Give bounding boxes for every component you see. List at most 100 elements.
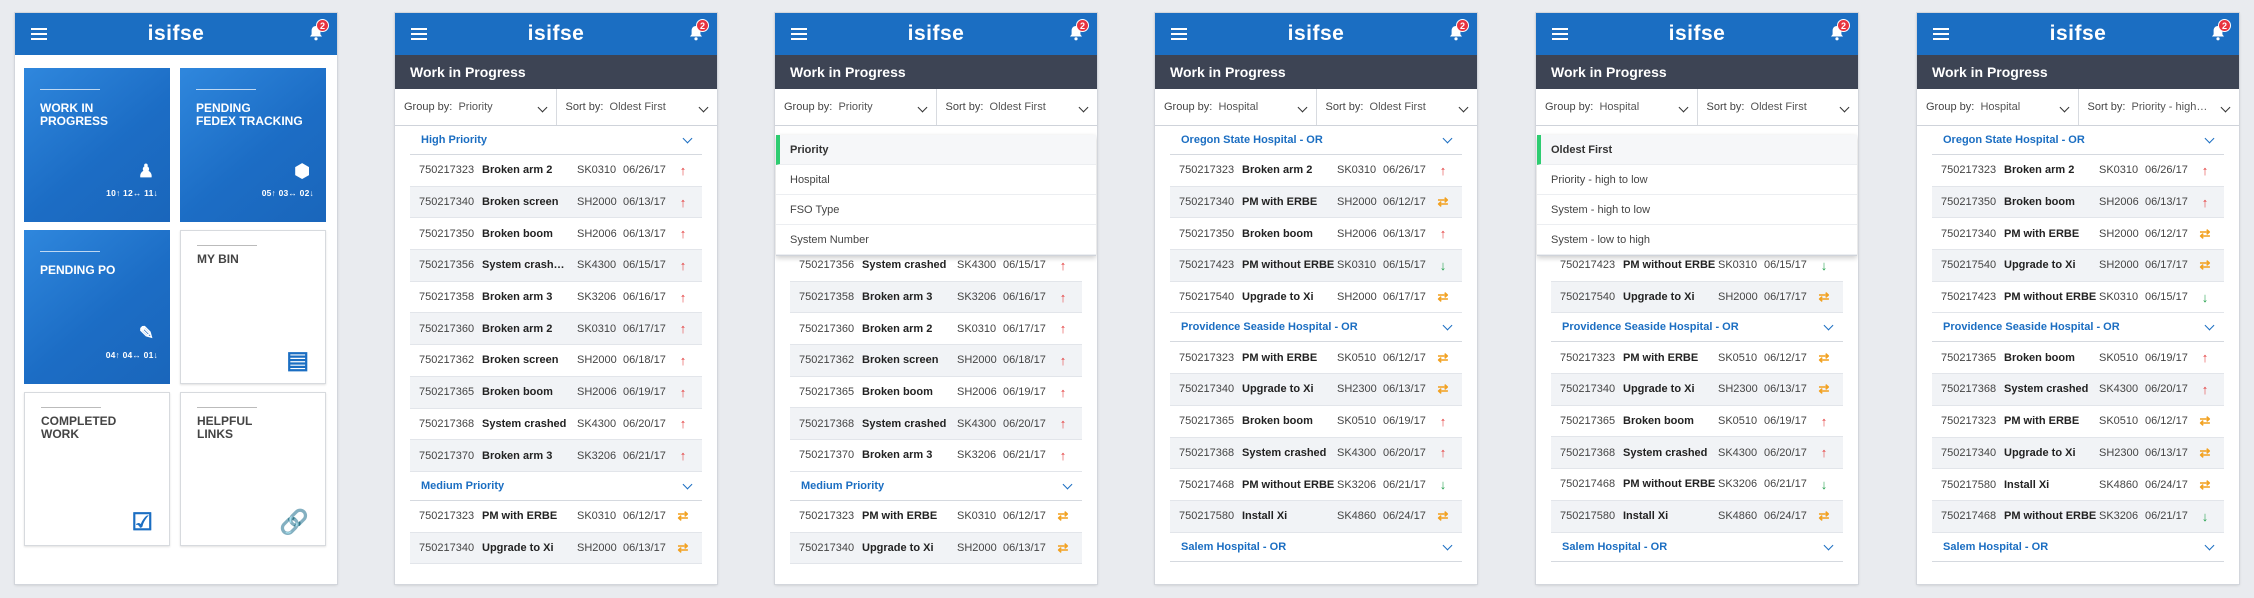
priority-down-arrow-icon: ↓	[2201, 289, 2209, 305]
table-row[interactable]: 750217358 Broken arm 3 SK3206 06/16/17 ↑	[790, 281, 1082, 314]
dropdown-option[interactable]: System Number	[776, 225, 1096, 255]
group-header[interactable]: Salem Hospital - OR	[1170, 533, 1462, 562]
table-row[interactable]: 750217323 Broken arm 2 SK0310 06/26/17 ↑	[1932, 155, 2224, 187]
table-row[interactable]: 750217323 PM with ERBE SK0310 06/12/17 ⇄	[410, 501, 702, 533]
table-row[interactable]: 750217340 Upgrade to Xi SH2000 06/13/17 ⇄	[790, 532, 1082, 565]
sort-by-select[interactable]: Sort by: Oldest First	[555, 89, 718, 125]
group-by-select[interactable]: Group by: Hospital	[1917, 89, 2078, 125]
dropdown-option[interactable]: Priority - high to low	[1537, 165, 1857, 195]
group-header[interactable]: Salem Hospital - OR	[1932, 533, 2224, 562]
table-row[interactable]: 750217468 PM without ERBE SK3206 06/21/17 ↓	[1170, 469, 1462, 501]
table-row[interactable]: 750217468 PM without ERBE SK3206 06/21/17 ↓	[1551, 469, 1843, 501]
table-row[interactable]: 750217323 PM with ERBE SK0510 06/12/17 ⇄	[1551, 342, 1843, 375]
table-row[interactable]: 750217365 Broken boom SK0510 06/19/17 ↑	[1170, 406, 1462, 438]
table-row[interactable]: 750217340 PM with ERBE SH2000 06/12/17 ⇄	[1932, 218, 2224, 251]
table-row[interactable]: 750217350 Broken boom SH2006 06/13/17 ↑	[1932, 186, 2224, 219]
tile-clipboard-check[interactable]: COMPLETED WORK ☑	[24, 392, 170, 546]
table-row[interactable]: 750217368 System crashed SK4300 06/20/17 ↑	[1551, 437, 1843, 470]
table-row[interactable]: 750217368 System crashed SK4300 06/20/17 ↑	[1170, 437, 1462, 470]
table-row[interactable]: 750217323 PM with ERBE SK0310 06/12/17 ⇄	[790, 501, 1082, 533]
table-row[interactable]: 750217365 Broken boom SH2006 06/19/17 ↑	[790, 377, 1082, 409]
table-row[interactable]: 750217350 Broken boom SH2006 06/13/17 ↑	[410, 218, 702, 251]
sort-by-select[interactable]: Sort by: Oldest First	[1315, 89, 1478, 125]
table-row[interactable]: 750217580 Install Xi SK4860 06/24/17 ⇄	[1170, 500, 1462, 533]
table-row[interactable]: 750217423 PM without ERBE SK0310 06/15/17 ↓	[1170, 250, 1462, 282]
tile-technician[interactable]: WORK IN PROGRESS ♟ 10↑ 12↔ 11↓	[24, 68, 170, 222]
work-order-description: Broken arm 2	[2004, 164, 2075, 177]
notification-bell-icon[interactable]: 2	[2211, 19, 2231, 41]
table-row[interactable]: 750217540 Upgrade to Xi SH2000 06/17/17 ⇄	[1170, 282, 1462, 314]
table-row[interactable]: 750217370 Broken arm 3 SK3206 06/21/17 ↑	[790, 440, 1082, 472]
table-row[interactable]: 750217340 Broken screen SH2000 06/13/17 ↑	[410, 186, 702, 219]
system-number: SK0310	[577, 510, 617, 523]
table-row[interactable]: 750217340 Upgrade to Xi SH2000 06/13/17 ⇄	[410, 532, 702, 565]
table-row[interactable]: 750217368 System crashed SK4300 06/20/17 ↑	[1932, 374, 2224, 406]
sort-by-select[interactable]: Sort by: Oldest First	[1696, 89, 1859, 125]
sort-by-select[interactable]: Sort by: Priority - high…	[2077, 89, 2240, 125]
sort-by-select-label: Sort by:	[945, 101, 984, 113]
table-row[interactable]: 750217368 System crashed SK4300 06/20/17 ↑	[410, 409, 702, 441]
table-row[interactable]: 750217370 Broken arm 3 SK3206 06/21/17 ↑	[410, 440, 702, 472]
group-header[interactable]: Medium Priority	[790, 472, 1082, 501]
group-by-select[interactable]: Group by: Priority	[775, 89, 936, 125]
table-row[interactable]: 750217360 Broken arm 2 SK0310 06/17/17 ↑	[410, 313, 702, 346]
tile-pen[interactable]: PENDING PO ✎ 04↑ 04↔ 01↓	[24, 230, 170, 384]
dropdown-option[interactable]: FSO Type	[776, 195, 1096, 225]
table-row[interactable]: 750217365 Broken boom SH2006 06/19/17 ↑	[410, 376, 702, 409]
group-header[interactable]: Oregon State Hospital - OR	[1170, 126, 1462, 155]
group-header[interactable]: Providence Seaside Hospital - OR	[1551, 313, 1843, 343]
table-row[interactable]: 750217340 Upgrade to Xi SH2300 06/13/17 ⇄	[1932, 437, 2224, 470]
group-by-select[interactable]: Group by: Priority	[395, 89, 556, 125]
tile-archive[interactable]: MY BIN ▤	[180, 230, 326, 384]
table-row[interactable]: 750217540 Upgrade to Xi SH2000 06/17/17 ⇄	[1551, 281, 1843, 314]
table-row[interactable]: 750217323 PM with ERBE SK0510 06/12/17 ⇄	[1932, 406, 2224, 438]
tile-link[interactable]: HELPFUL LINKS 🔗	[180, 392, 326, 546]
table-row[interactable]: 750217368 System crashed SK4300 06/20/17 ↑	[790, 408, 1082, 441]
work-order-date: 06/12/17	[1003, 510, 1046, 523]
notification-bell-icon[interactable]: 2	[1069, 19, 1089, 41]
table-row[interactable]: 750217340 Upgrade to Xi SH2300 06/13/17 ⇄	[1170, 374, 1462, 406]
table-row[interactable]: 750217340 Upgrade to Xi SH2300 06/13/17 ⇄	[1551, 374, 1843, 406]
table-row[interactable]: 750217580 Install Xi SK4860 06/24/17 ⇄	[1551, 500, 1843, 533]
priority-up-arrow-icon: ↑	[679, 352, 687, 368]
table-row[interactable]: 750217468 PM without ERBE SK3206 06/21/17 ↓	[1932, 500, 2224, 533]
table-row[interactable]: 750217365 Broken boom SK0510 06/19/17 ↑	[1551, 406, 1843, 438]
group-header[interactable]: Medium Priority	[410, 472, 702, 501]
app-logo: isifse	[1287, 22, 1345, 45]
table-row[interactable]: 750217362 Broken screen SH2000 06/18/17 ↑	[790, 345, 1082, 377]
table-row[interactable]: 750217540 Upgrade to Xi SH2000 06/17/17 ⇄	[1932, 250, 2224, 282]
notification-bell-icon[interactable]: 2	[1830, 19, 1850, 41]
table-row[interactable]: 750217323 Broken arm 2 SK0310 06/26/17 ↑	[1170, 155, 1462, 187]
table-row[interactable]: 750217360 Broken arm 2 SK0310 06/17/17 ↑	[790, 313, 1082, 346]
table-row[interactable]: 750217323 Broken arm 2 SK0310 06/26/17 ↑	[410, 155, 702, 187]
table-row[interactable]: 750217365 Broken boom SK0510 06/19/17 ↑	[1932, 342, 2224, 375]
table-row[interactable]: 750217362 Broken screen SH2000 06/18/17 ↑	[410, 345, 702, 377]
work-order-date: 06/26/17	[2145, 164, 2188, 177]
system-number: SH2300	[1337, 383, 1377, 396]
group-header[interactable]: Providence Seaside Hospital - OR	[1170, 313, 1462, 343]
table-row[interactable]: 750217423 PM without ERBE SK0310 06/15/17 ↓	[1932, 282, 2224, 314]
tile-package[interactable]: PENDING FEDEX TRACKING ⬢ 05↑ 03↔ 02↓	[180, 68, 326, 222]
notification-bell-icon[interactable]: 2	[689, 19, 709, 41]
sort-by-select[interactable]: Sort by: Oldest First	[935, 89, 1098, 125]
dropdown-option[interactable]: System - low to high	[1537, 225, 1857, 255]
group-by-select[interactable]: Group by: Hospital	[1536, 89, 1697, 125]
table-row[interactable]: 750217350 Broken boom SH2006 06/13/17 ↑	[1170, 218, 1462, 251]
group-header[interactable]: High Priority	[410, 126, 702, 155]
group-header[interactable]: Salem Hospital - OR	[1551, 533, 1843, 562]
notification-bell-icon[interactable]: 2	[309, 19, 329, 41]
table-row[interactable]: 750217580 Install Xi SK4860 06/24/17 ⇄	[1932, 469, 2224, 501]
group-by-select-label: Group by:	[1926, 101, 1975, 113]
notification-bell-icon[interactable]: 2	[1449, 19, 1469, 41]
dropdown-option[interactable]: Hospital	[776, 165, 1096, 195]
dropdown-option[interactable]: Oldest First	[1537, 135, 1857, 165]
dropdown-option[interactable]: Priority	[776, 135, 1096, 165]
table-row[interactable]: 750217358 Broken arm 3 SK3206 06/16/17 ↑	[410, 282, 702, 314]
group-header[interactable]: Oregon State Hospital - OR	[1932, 126, 2224, 155]
table-row[interactable]: 750217356 System crash… SK4300 06/15/17 ↑	[410, 250, 702, 282]
table-row[interactable]: 750217340 PM with ERBE SH2000 06/12/17 ⇄	[1170, 186, 1462, 219]
group-by-select[interactable]: Group by: Hospital	[1155, 89, 1316, 125]
table-row[interactable]: 750217323 PM with ERBE SK0510 06/12/17 ⇄	[1170, 342, 1462, 375]
group-header[interactable]: Providence Seaside Hospital - OR	[1932, 313, 2224, 343]
dropdown-option[interactable]: System - high to low	[1537, 195, 1857, 225]
